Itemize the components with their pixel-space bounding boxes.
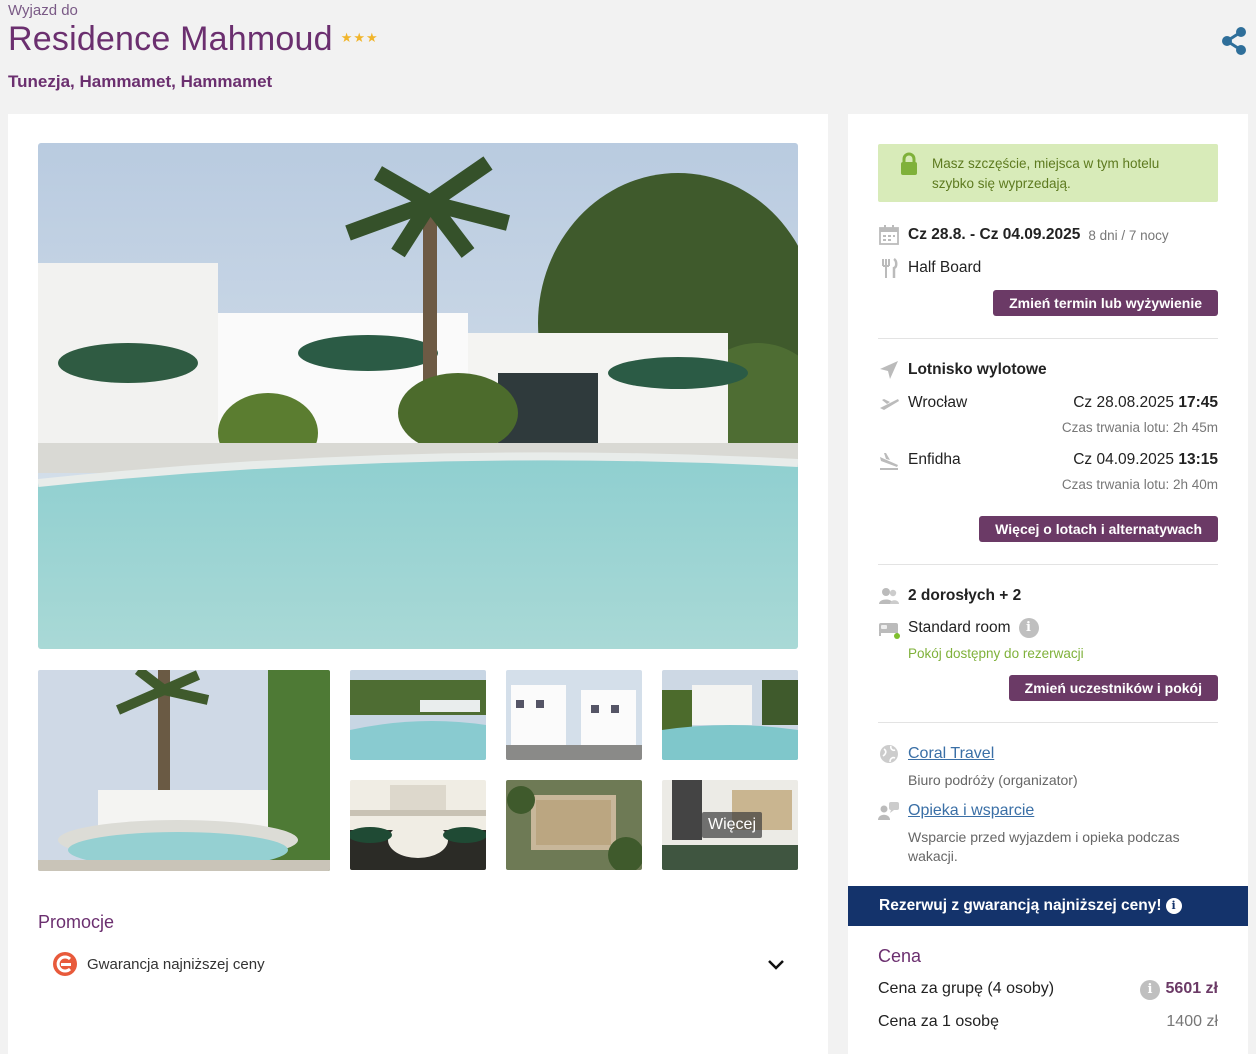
- price-person-row: Cena za 1 osobę 1400 zł: [878, 1013, 1218, 1031]
- price-person-value: 1400 zł: [1166, 1013, 1218, 1030]
- divider: [878, 338, 1218, 339]
- info-icon[interactable]: i: [1140, 980, 1160, 1000]
- inbound-time: 13:15: [1178, 451, 1218, 468]
- participants-row: 2 dorosłych + 2: [878, 585, 1021, 607]
- promotion-label: Gwarancja najniższej ceny: [87, 955, 265, 973]
- organizer-description: Biuro podróży (organizator): [908, 772, 1078, 788]
- globe-icon: [880, 745, 898, 763]
- promotions-title: Promocje: [38, 912, 115, 932]
- gallery-thumbnail[interactable]: [506, 670, 642, 760]
- gallery-thumbnail[interactable]: [350, 670, 486, 760]
- participants-count: 2 dorosłych + 2: [908, 587, 1022, 604]
- support-row: Opieka i wsparcie: [878, 800, 1034, 822]
- main-hotel-photo[interactable]: [38, 143, 798, 649]
- outbound-flight-row: Wrocław: [878, 392, 967, 414]
- outbound-time: 17:45: [1178, 394, 1218, 411]
- price-guarantee-logo-icon: [53, 952, 77, 976]
- price-group-value: 5601 zł: [1165, 980, 1218, 997]
- organizer-link[interactable]: Coral Travel: [908, 745, 994, 763]
- gallery-more-thumbnail[interactable]: Więcej: [662, 780, 798, 870]
- support-icon: [878, 802, 899, 820]
- support-description: Wsparcie przed wyjazdem i opieka podczas…: [908, 829, 1180, 864]
- inbound-flight-row: Enfidha: [878, 449, 961, 471]
- price-person-label: Cena za 1 osobę: [878, 1013, 999, 1030]
- takeoff-icon: [880, 399, 899, 410]
- gallery-thumbnail[interactable]: [662, 670, 798, 760]
- alert-text: Masz szczęście, miejsca w tym hotelu szy…: [932, 156, 1160, 191]
- star-rating: ★★★: [340, 29, 379, 45]
- price-group-row: Cena za grupę (4 osoby) i 5601 zł: [878, 980, 1218, 1000]
- divider: [878, 564, 1218, 565]
- change-term-button[interactable]: Zmień termin lub wyżywienie: [993, 290, 1218, 316]
- change-participants-button[interactable]: Zmień uczestników i pokój: [1008, 675, 1218, 701]
- room-row: Standard room i: [878, 617, 1039, 639]
- outbound-city: Wrocław: [908, 394, 968, 411]
- banner-text: Rezerwuj z gwarancją najniższej ceny!: [879, 897, 1162, 914]
- price-title: Cena: [878, 946, 922, 966]
- more-photos-label: Więcej: [702, 812, 763, 838]
- lock-icon: [901, 152, 917, 175]
- inbound-duration: Czas trwania lotu: 2h 40m: [1061, 477, 1218, 492]
- chevron-down-icon[interactable]: [766, 955, 786, 973]
- room-status: Pokój dostępny do rezerwacji: [908, 646, 1084, 661]
- title-row: Residence Mahmoud ★★★: [8, 20, 379, 59]
- outbound-datetime: Cz 28.08.2025 17:45: [1073, 394, 1218, 412]
- calendar-icon: [879, 225, 899, 245]
- flights-info-button[interactable]: Więcej o lotach i alternatywach: [979, 516, 1218, 542]
- hotel-location: Tunezja, Hammamet, Hammamet: [8, 72, 273, 91]
- gallery-thumbnail[interactable]: [350, 780, 486, 870]
- travel-dates: Cz 28.8. - Cz 04.09.2025: [908, 226, 1081, 243]
- airport-row: Lotnisko wylotowe: [878, 359, 1047, 381]
- cutlery-icon: [882, 257, 898, 278]
- dates-row: Cz 28.8. - Cz 04.09.2025 8 dni / 7 nocy: [878, 224, 1169, 246]
- gallery-card: Więcej Promocje Gwarancja najniższej cen…: [8, 114, 828, 1054]
- board-row: Half Board: [878, 257, 981, 279]
- board-type: Half Board: [908, 259, 982, 276]
- page-header: Wyjazd do Residence Mahmoud ★★★ Tunezja,…: [8, 0, 1248, 110]
- inbound-date: Cz 04.09.2025: [1073, 451, 1175, 468]
- people-icon: [879, 588, 899, 604]
- outbound-date: Cz 28.08.2025: [1073, 394, 1175, 411]
- inbound-datetime: Cz 04.09.2025 13:15: [1073, 451, 1218, 469]
- promotion-item[interactable]: Gwarancja najniższej ceny: [38, 946, 798, 982]
- booking-sidebar: Masz szczęście, miejsca w tym hotelu szy…: [848, 114, 1248, 1054]
- gallery-thumbnail[interactable]: [38, 670, 330, 871]
- landing-icon: [880, 453, 898, 470]
- hotel-title: Residence Mahmoud: [8, 20, 333, 58]
- info-icon[interactable]: i: [1018, 618, 1039, 638]
- price-guarantee-banner[interactable]: Rezerwuj z gwarancją najniższej ceny! i: [848, 886, 1248, 926]
- pre-title: Wyjazd do: [8, 2, 78, 19]
- bed-icon: [879, 623, 900, 639]
- share-icon[interactable]: [1220, 26, 1248, 56]
- room-type: Standard room: [908, 619, 1011, 636]
- availability-alert: Masz szczęście, miejsca w tym hotelu szy…: [878, 144, 1218, 202]
- trip-duration: 8 dni / 7 nocy: [1088, 227, 1169, 243]
- support-link[interactable]: Opieka i wsparcie: [908, 802, 1034, 820]
- outbound-duration: Czas trwania lotu: 2h 45m: [1061, 420, 1218, 435]
- airport-label: Lotnisko wylotowe: [908, 361, 1047, 378]
- organizer-row: Coral Travel: [878, 743, 994, 765]
- plane-icon: [880, 361, 898, 379]
- gallery-thumbnail[interactable]: [506, 780, 642, 870]
- inbound-city: Enfidha: [908, 451, 961, 468]
- price-group-label: Cena za grupę (4 osoby): [878, 980, 1055, 997]
- info-icon[interactable]: i: [1165, 898, 1182, 914]
- divider: [878, 722, 1218, 723]
